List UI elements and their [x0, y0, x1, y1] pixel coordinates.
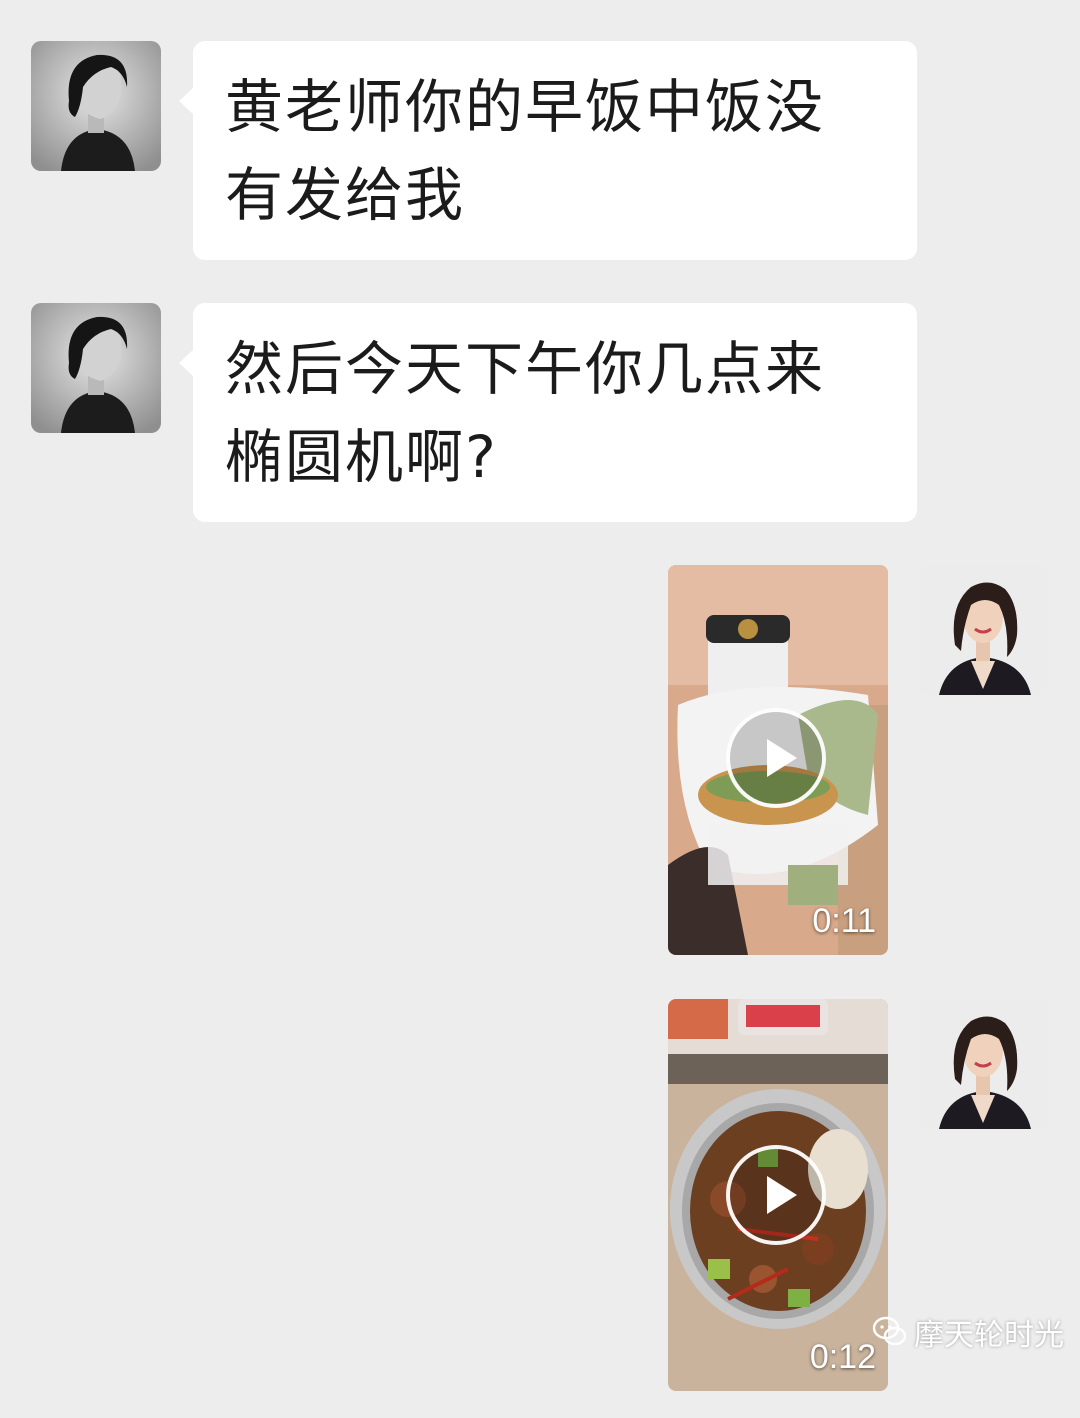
contact-avatar[interactable]: [31, 41, 161, 171]
self-avatar[interactable]: [919, 565, 1049, 695]
message-text: 黄老师你的早饭中饭没: [225, 73, 826, 141]
person-avatar-color-icon: [919, 565, 1049, 695]
message-text: 然后今天下午你几点来: [225, 335, 826, 403]
play-icon[interactable]: [726, 1145, 826, 1245]
person-avatar-bw-icon: [31, 303, 161, 433]
video-duration: 0:12: [809, 1338, 876, 1376]
message-text: 椭圆机啊?: [225, 423, 498, 491]
message-text: 有发给我: [225, 161, 466, 229]
self-avatar[interactable]: [919, 999, 1049, 1129]
person-avatar-color-icon: [919, 999, 1049, 1129]
message-bubble[interactable]: 黄老师你的早饭中饭没 有发给我: [179, 41, 917, 260]
video-message[interactable]: 0:11: [668, 565, 888, 955]
watermark: 摩天轮时光: [872, 1310, 1064, 1354]
watermark-text: 摩天轮时光: [914, 1318, 1064, 1353]
person-avatar-bw-icon: [31, 41, 161, 171]
video-message[interactable]: 0:12: [668, 999, 888, 1391]
video-duration: 0:11: [812, 902, 876, 940]
contact-avatar[interactable]: [31, 303, 161, 433]
message-bubble[interactable]: 然后今天下午你几点来 椭圆机啊?: [179, 303, 917, 522]
wechat-icon: [872, 1314, 908, 1350]
play-icon[interactable]: [726, 708, 826, 808]
